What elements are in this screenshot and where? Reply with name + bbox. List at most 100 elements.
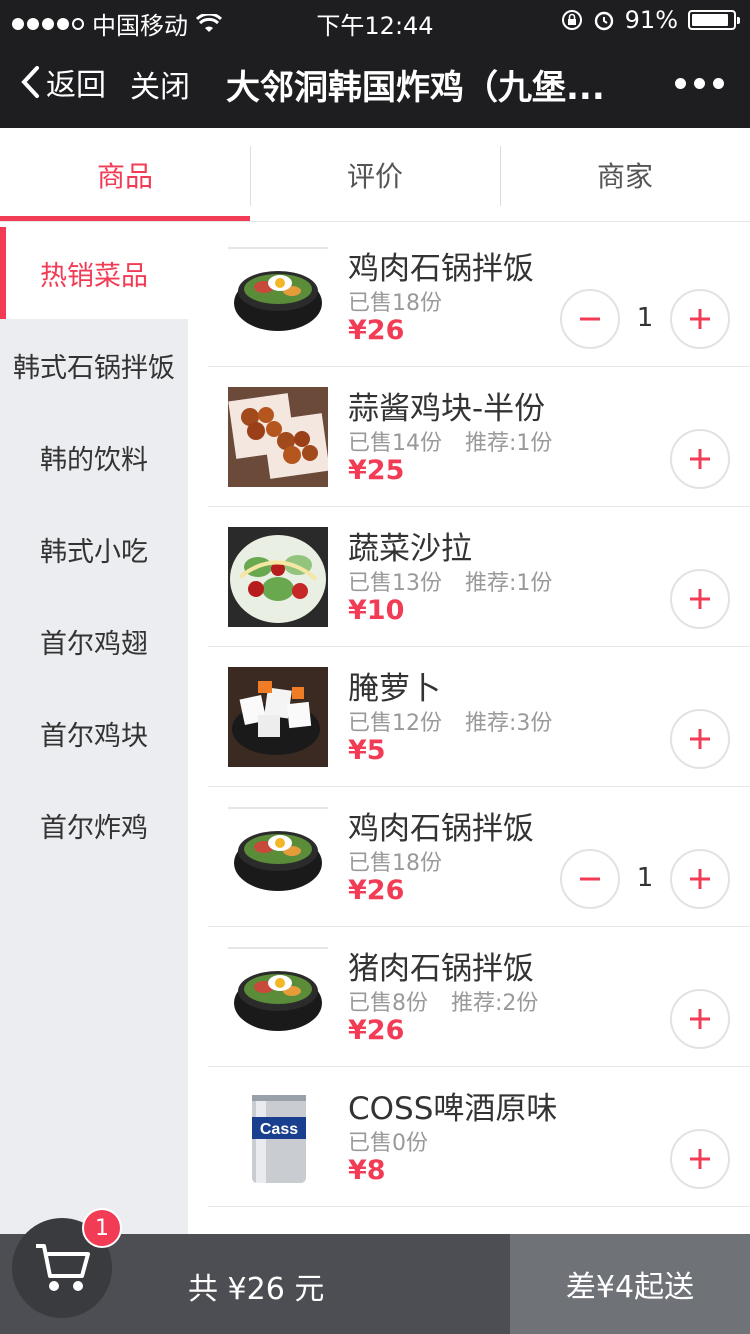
sales-count: 已售8份 [348,991,428,1016]
plus-icon [690,869,710,889]
product-name: 鸡肉石锅拌饭 [348,251,534,287]
more-icon[interactable] [675,78,724,89]
back-button[interactable]: 返回 [20,60,106,104]
bibimbap-image[interactable] [228,247,328,347]
product-sales: 已售14份 推荐:1份 [348,425,552,457]
tab-merchant[interactable]: 商家 [500,128,750,221]
recommend-count: 推荐:2份 [451,991,539,1016]
plus-icon [690,1009,710,1029]
product-price: ¥25 [348,455,405,486]
quantity-value: 1 [636,863,654,893]
nav-bar: 返回 关闭 大邻洞韩国炸鸡（九堡... [0,40,750,128]
sidebar-item-snacks[interactable]: 韩式小吃 [0,503,188,595]
product-sales: 已售12份 推荐:3份 [348,705,552,737]
add-button[interactable] [670,989,730,1049]
product-price: ¥8 [348,1155,386,1186]
pickled-radish-image[interactable] [228,667,328,767]
product-list: 鸡肉石锅拌饭 已售18份 ¥26 1 蒜酱鸡块-半份 已售14份 推荐:1份 ¥… [188,227,750,1237]
tab-bar: 商品 评价 商家 [0,128,750,222]
product-sales: 已售13份 推荐:1份 [348,565,552,597]
product-sales: 已售18份 [348,285,458,317]
add-button[interactable] [670,709,730,769]
product-price: ¥10 [348,595,405,626]
bibimbap-image[interactable] [228,947,328,1047]
add-button[interactable] [670,429,730,489]
list-item: 鸡肉石锅拌饭 已售18份 ¥26 1 [208,227,750,367]
beer-can-image[interactable]: Cass [228,1087,328,1187]
add-button[interactable] [670,289,730,349]
product-price: ¥26 [348,1015,405,1046]
product-name: COSS啤酒原味 [348,1091,558,1127]
sales-count: 已售12份 [348,711,442,736]
sales-count: 已售14份 [348,431,442,456]
status-right: 91% [561,6,740,34]
recommend-count: 推荐:3份 [465,711,553,736]
product-sales: 已售0份 [348,1125,444,1157]
sidebar-item-bibimbap[interactable]: 韩式石锅拌饭 [0,319,188,411]
recommend-count: 推荐:1份 [465,571,553,596]
sidebar-item-fried-chicken[interactable]: 首尔炸鸡 [0,779,188,871]
page-title: 大邻洞韩国炸鸡（九堡... [226,68,605,108]
tab-reviews[interactable]: 评价 [250,128,500,221]
minus-icon [580,317,600,321]
rotation-lock-icon [561,10,582,30]
list-item: 蔬菜沙拉 已售13份 推荐:1份 ¥10 [208,507,750,647]
cart-count-badge: 1 [82,1208,122,1248]
product-name: 蔬菜沙拉 [348,531,472,567]
plus-icon [690,1149,710,1169]
alarm-icon [594,11,613,31]
list-item: 腌萝卜 已售12份 推荐:3份 ¥5 [208,647,750,787]
product-price: ¥26 [348,315,405,346]
sidebar-item-drinks[interactable]: 韩的饮料 [0,411,188,503]
battery-percent: 91% [624,6,678,34]
sales-count: 已售13份 [348,571,442,596]
fried-chicken-image[interactable] [228,387,328,487]
salad-image[interactable] [228,527,328,627]
sales-count: 已售18份 [348,291,442,316]
chevron-left-icon [21,66,39,98]
status-bar: 中国移动 下午12:44 91% [0,0,750,40]
plus-icon [690,309,710,329]
decrease-button[interactable] [560,849,620,909]
sidebar-item-wings[interactable]: 首尔鸡翅 [0,595,188,687]
battery-fill [692,14,729,26]
decrease-button[interactable] [560,289,620,349]
quantity-value: 1 [636,303,654,333]
close-button[interactable]: 关闭 [130,62,190,106]
sidebar-item-hot[interactable]: 热销菜品 [0,227,188,319]
back-label: 返回 [46,68,106,103]
cart-icon [36,1244,90,1291]
cart-bar: 共 ¥26 元 差¥4起送 [0,1234,750,1334]
product-name: 蒜酱鸡块-半份 [348,391,546,427]
bibimbap-image[interactable] [228,807,328,907]
plus-icon [690,729,710,749]
product-sales: 已售8份 推荐:2份 [348,985,538,1017]
recommend-count: 推荐:1份 [465,431,553,456]
product-sales: 已售18份 [348,845,458,877]
add-button[interactable] [670,569,730,629]
list-item: 猪肉石锅拌饭 已售8份 推荐:2份 ¥26 [208,927,750,1067]
list-item: 鸡肉石锅拌饭 已售18份 ¥26 1 [208,787,750,927]
sales-count: 已售0份 [348,1131,428,1156]
product-name: 猪肉石锅拌饭 [348,951,534,987]
app-root: 中国移动 下午12:44 91% 返回 关闭 大邻洞韩国炸鸡（九堡... 商品 … [0,0,750,1334]
sales-count: 已售18份 [348,851,442,876]
cart-total: 共 ¥26 元 [188,1272,325,1307]
plus-icon [690,589,710,609]
svg-text:Cass: Cass [260,1121,298,1138]
product-price: ¥5 [348,735,386,766]
plus-icon [690,449,710,469]
product-name: 鸡肉石锅拌饭 [348,811,534,847]
product-price: ¥26 [348,875,405,906]
list-item: Cass COSS啤酒原味 已售0份 ¥8 [208,1067,750,1207]
battery-icon [688,10,740,30]
category-sidebar: 热销菜品 韩式石锅拌饭 韩的饮料 韩式小吃 首尔鸡翅 首尔鸡块 首尔炸鸡 [0,227,188,1237]
add-button[interactable] [670,849,730,909]
minus-icon [580,877,600,881]
tab-products[interactable]: 商品 [0,128,250,221]
sidebar-item-nuggets[interactable]: 首尔鸡块 [0,687,188,779]
add-button[interactable] [670,1129,730,1189]
list-item: 蒜酱鸡块-半份 已售14份 推荐:1份 ¥25 [208,367,750,507]
checkout-button[interactable]: 差¥4起送 [510,1234,750,1334]
product-name: 腌萝卜 [348,671,441,707]
